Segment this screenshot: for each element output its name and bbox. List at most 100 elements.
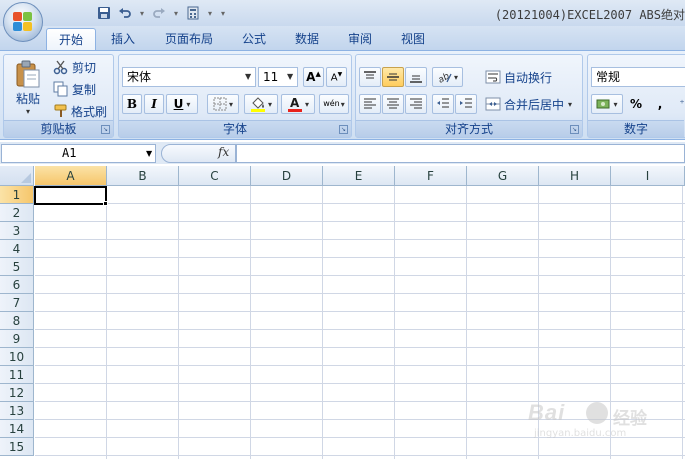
underline-label: U	[173, 97, 184, 111]
column-header-f[interactable]: F	[395, 166, 467, 186]
merge-center-label: 合并后居中	[504, 97, 565, 112]
format-painter-button[interactable]: 格式刷	[52, 101, 112, 121]
redo-icon[interactable]	[150, 4, 168, 22]
tab-data[interactable]: 数据	[285, 28, 329, 50]
row-header-9[interactable]: 9	[0, 330, 34, 348]
merge-center-dropdown-icon: ▾	[568, 99, 573, 109]
chevron-down-icon[interactable]: ▼	[146, 149, 154, 158]
align-top-button[interactable]	[359, 67, 381, 87]
accounting-dropdown-icon: ▾	[613, 99, 618, 109]
borders-button[interactable]: ▾	[207, 94, 239, 114]
increase-decimal-button[interactable]: ⁺⁰	[674, 94, 685, 114]
shrink-font-button[interactable]: A▼	[326, 67, 347, 87]
paste-dropdown-icon[interactable]: ▾	[26, 107, 30, 116]
merge-center-icon	[485, 97, 501, 111]
font-launcher-icon[interactable]: ↘	[339, 125, 348, 134]
copy-button[interactable]: 复制	[52, 79, 110, 99]
cut-button[interactable]: 剪切	[52, 57, 110, 77]
underline-button[interactable]: U ▾	[166, 94, 198, 114]
borders-icon	[213, 97, 227, 111]
name-box[interactable]: A1	[1, 144, 156, 163]
redo-dropdown-icon[interactable]: ▾	[171, 4, 181, 22]
row-header-6[interactable]: 6	[0, 276, 34, 294]
office-button[interactable]	[3, 2, 43, 42]
clipboard-group-label: 剪贴板	[4, 120, 113, 137]
fill-color-button[interactable]: ▾	[244, 94, 278, 114]
column-header-d[interactable]: D	[251, 166, 323, 186]
row-header-15[interactable]: 15	[0, 438, 34, 456]
decrease-indent-button[interactable]	[432, 94, 454, 114]
paste-button[interactable]: 粘贴 ▾	[8, 57, 48, 119]
tab-home[interactable]: 开始	[46, 28, 96, 50]
column-header-h[interactable]: H	[539, 166, 611, 186]
undo-dropdown-icon[interactable]: ▾	[137, 4, 147, 22]
row-header-3[interactable]: 3	[0, 222, 34, 240]
row-header-5[interactable]: 5	[0, 258, 34, 276]
align-center-icon	[387, 98, 399, 109]
row-header-8[interactable]: 8	[0, 312, 34, 330]
align-right-button[interactable]	[405, 94, 427, 114]
bold-label: B	[126, 97, 138, 111]
column-header-c[interactable]: C	[179, 166, 251, 186]
watermark-url: jingyan.baidu.com	[534, 428, 627, 439]
italic-button[interactable]: I	[144, 94, 164, 114]
row-header-13[interactable]: 13	[0, 402, 34, 420]
row-header-7[interactable]: 7	[0, 294, 34, 312]
fx-icon[interactable]: fx	[218, 145, 229, 159]
ribbon-tabs: 开始 插入 页面布局 公式 数据 审阅 视图	[0, 26, 685, 50]
align-left-button[interactable]	[359, 94, 381, 114]
formula-input[interactable]	[236, 144, 685, 163]
row-header-2[interactable]: 2	[0, 204, 34, 222]
paste-label: 粘贴	[15, 92, 40, 106]
align-center-button[interactable]	[382, 94, 404, 114]
number-format-select[interactable]: 常规	[591, 67, 685, 87]
orientation-icon: ab	[437, 71, 452, 84]
column-header-b[interactable]: B	[107, 166, 179, 186]
calculator-dropdown-icon[interactable]: ▾	[205, 4, 215, 22]
font-color-button[interactable]: A ▾	[281, 94, 315, 114]
increase-indent-button[interactable]	[455, 94, 477, 114]
select-all-button[interactable]	[0, 166, 34, 186]
tab-review[interactable]: 审阅	[338, 28, 382, 50]
font-name-select[interactable]: 宋体 ▼	[122, 67, 256, 87]
row-header-11[interactable]: 11	[0, 366, 34, 384]
align-middle-button[interactable]	[382, 67, 404, 87]
tab-formulas[interactable]: 公式	[232, 28, 276, 50]
tab-view[interactable]: 视图	[391, 28, 435, 50]
grow-font-button[interactable]: A▲	[303, 67, 324, 87]
tab-insert[interactable]: 插入	[100, 28, 146, 50]
row-header-1[interactable]: 1	[0, 186, 34, 204]
percent-button[interactable]: %	[626, 94, 646, 114]
italic-label: I	[151, 97, 157, 111]
orientation-dropdown-icon: ▾	[453, 72, 458, 82]
wrap-text-button[interactable]: 自动换行	[484, 67, 580, 87]
font-name-value: 宋体	[127, 70, 152, 84]
row-header-14[interactable]: 14	[0, 420, 34, 438]
tab-page-layout[interactable]: 页面布局	[156, 28, 222, 50]
active-cell-a1[interactable]	[34, 186, 107, 205]
font-size-select[interactable]: 11 ▼	[258, 67, 298, 87]
column-header-i[interactable]: I	[611, 166, 685, 186]
column-header-g[interactable]: G	[467, 166, 539, 186]
row-header-10[interactable]: 10	[0, 348, 34, 366]
row-header-12[interactable]: 12	[0, 384, 34, 402]
fill-handle[interactable]	[103, 201, 108, 206]
undo-icon[interactable]	[116, 4, 134, 22]
phonetic-button[interactable]: wén ▾	[319, 94, 349, 114]
column-header-a[interactable]: A	[35, 166, 107, 186]
alignment-launcher-icon[interactable]: ↘	[570, 125, 579, 134]
row-header-4[interactable]: 4	[0, 240, 34, 258]
bold-button[interactable]: B	[122, 94, 142, 114]
customize-qat-icon[interactable]: ▾	[218, 4, 228, 22]
clipboard-launcher-icon[interactable]: ↘	[101, 125, 110, 134]
align-bottom-button[interactable]	[405, 67, 427, 87]
merge-center-button[interactable]: 合并后居中 ▾	[484, 94, 582, 114]
baidu-watermark: Baiu 经验 jingyan.baidu.com	[528, 398, 678, 448]
orientation-button[interactable]: ab ▾	[432, 67, 463, 87]
save-icon[interactable]	[95, 4, 113, 22]
column-header-e[interactable]: E	[323, 166, 395, 186]
copy-label: 复制	[72, 82, 97, 97]
comma-button[interactable]: ,	[650, 94, 670, 114]
calculator-icon[interactable]	[184, 4, 202, 22]
accounting-format-button[interactable]: ▾	[591, 94, 623, 114]
